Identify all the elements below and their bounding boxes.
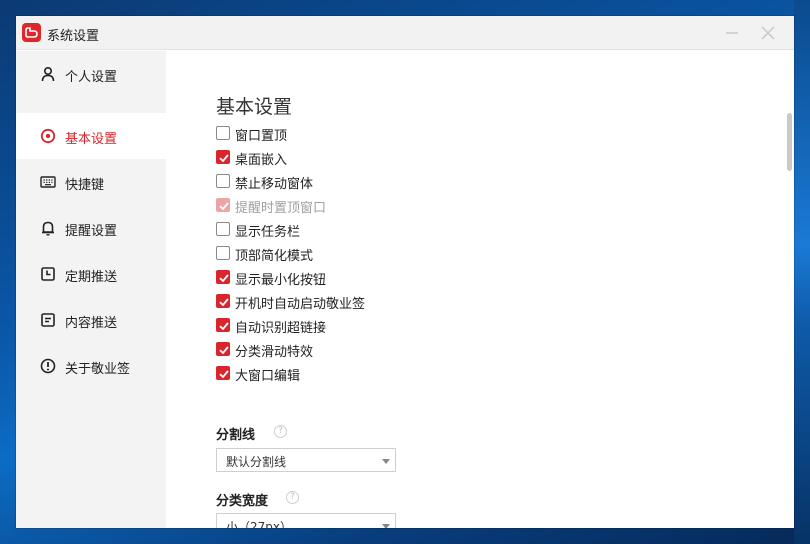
sidebar-item-label: 定期推送 — [65, 270, 118, 285]
checkbox[interactable] — [216, 342, 230, 356]
check-icon — [219, 274, 229, 283]
bell-icon — [40, 220, 56, 236]
sidebar-item-label: 个人设置 — [65, 70, 118, 85]
option-label: 开机时自动启动敬业签 — [235, 297, 366, 312]
keyboard-icon — [40, 174, 56, 190]
check-icon — [219, 202, 229, 211]
option-label: 提醒时置顶窗口 — [235, 201, 327, 216]
check-icon — [219, 346, 229, 355]
sidebar-item-label: 基本设置 — [65, 132, 118, 147]
option-desktop-embed[interactable]: 桌面嵌入 — [216, 147, 516, 168]
option-label: 分类滑动特效 — [235, 345, 314, 360]
sidebar-item-basic[interactable]: 基本设置 — [16, 113, 166, 159]
checkbox[interactable] — [216, 222, 230, 236]
desktop-background — [794, 0, 810, 544]
option-large-editor[interactable]: 大窗口编辑 — [216, 363, 516, 384]
divider-select[interactable]: 默认分割线 — [216, 448, 396, 472]
option-label: 显示最小化按钮 — [235, 273, 327, 288]
option-lock-window-move[interactable]: 禁止移动窗体 — [216, 171, 516, 192]
option-label: 桌面嵌入 — [235, 153, 288, 168]
check-icon — [219, 370, 229, 379]
option-label: 窗口置顶 — [235, 129, 288, 144]
checkbox[interactable] — [216, 126, 230, 140]
minimize-button[interactable] — [720, 22, 744, 44]
clock-icon — [40, 266, 56, 282]
option-slide-effect[interactable]: 分类滑动特效 — [216, 339, 516, 360]
sidebar-item-about[interactable]: 关于敬业签 — [16, 343, 166, 389]
close-icon — [761, 26, 775, 40]
sidebar-item-scheduled-push[interactable]: 定期推送 — [16, 251, 166, 297]
check-icon — [219, 322, 229, 331]
document-icon — [40, 312, 56, 328]
category-width-select-value: 小（27px） — [226, 520, 292, 528]
sidebar-item-content-push[interactable]: 内容推送 — [16, 297, 166, 343]
sidebar-item-personal[interactable]: 个人设置 — [16, 51, 166, 97]
help-icon[interactable]: ? — [274, 425, 287, 438]
option-top-on-reminder: 提醒时置顶窗口 — [216, 195, 516, 216]
checkbox[interactable] — [216, 270, 230, 284]
option-label: 大窗口编辑 — [235, 369, 301, 384]
sidebar-item-shortcuts[interactable]: 快捷键 — [16, 159, 166, 205]
title-bar[interactable]: 系统设置 — [16, 16, 794, 50]
divider-section-label: 分割线 — [216, 428, 256, 443]
option-label: 自动识别超链接 — [235, 321, 327, 336]
divider-select-value: 默认分割线 — [226, 455, 287, 469]
checkbox[interactable] — [216, 366, 230, 380]
settings-ring-icon — [40, 128, 56, 144]
sidebar: 个人设置 基本设置 快捷键 提醒设置 定期推送 内容推送 关于敬业签 — [16, 51, 166, 528]
option-autostart[interactable]: 开机时自动启动敬业签 — [216, 291, 516, 312]
app-logo-icon — [22, 23, 41, 42]
sidebar-item-reminders[interactable]: 提醒设置 — [16, 205, 166, 251]
checkbox[interactable] — [216, 294, 230, 308]
option-window-on-top[interactable]: 窗口置顶 — [216, 123, 516, 144]
sidebar-item-label: 关于敬业签 — [65, 362, 131, 377]
chevron-down-icon — [382, 459, 390, 464]
checkbox[interactable] — [216, 174, 230, 188]
option-simplified-top[interactable]: 顶部简化模式 — [216, 243, 516, 264]
checkbox — [216, 198, 230, 212]
help-icon[interactable]: ? — [286, 491, 299, 504]
checkbox[interactable] — [216, 318, 230, 332]
category-width-label: 分类宽度 — [216, 494, 269, 509]
settings-window: 系统设置 个人设置 基本设置 快捷键 提醒设置 定期推送 内容推送 关于敬业签 … — [16, 16, 794, 528]
info-icon — [40, 358, 56, 374]
category-width-select[interactable]: 小（27px） — [216, 513, 396, 528]
sidebar-item-label: 内容推送 — [65, 316, 118, 331]
option-show-minimize[interactable]: 显示最小化按钮 — [216, 267, 516, 288]
check-icon — [219, 298, 229, 307]
option-show-taskbar[interactable]: 显示任务栏 — [216, 219, 516, 240]
settings-panel: 基本设置 窗口置顶 桌面嵌入 禁止移动窗体 提醒时置顶窗口 显示任务栏 顶部简化… — [166, 51, 794, 528]
option-label: 禁止移动窗体 — [235, 177, 314, 192]
page-title: 基本设置 — [216, 96, 293, 118]
check-icon — [219, 154, 229, 163]
chevron-down-icon — [382, 524, 390, 528]
user-icon — [40, 66, 56, 82]
checkbox[interactable] — [216, 246, 230, 260]
option-label: 显示任务栏 — [235, 225, 301, 240]
option-detect-links[interactable]: 自动识别超链接 — [216, 315, 516, 336]
option-label: 顶部简化模式 — [235, 249, 314, 264]
sidebar-item-label: 提醒设置 — [65, 224, 118, 239]
vertical-scrollbar[interactable] — [787, 113, 792, 171]
checkbox[interactable] — [216, 150, 230, 164]
close-button[interactable] — [756, 22, 780, 44]
sidebar-item-label: 快捷键 — [65, 178, 105, 193]
window-title: 系统设置 — [47, 29, 100, 44]
